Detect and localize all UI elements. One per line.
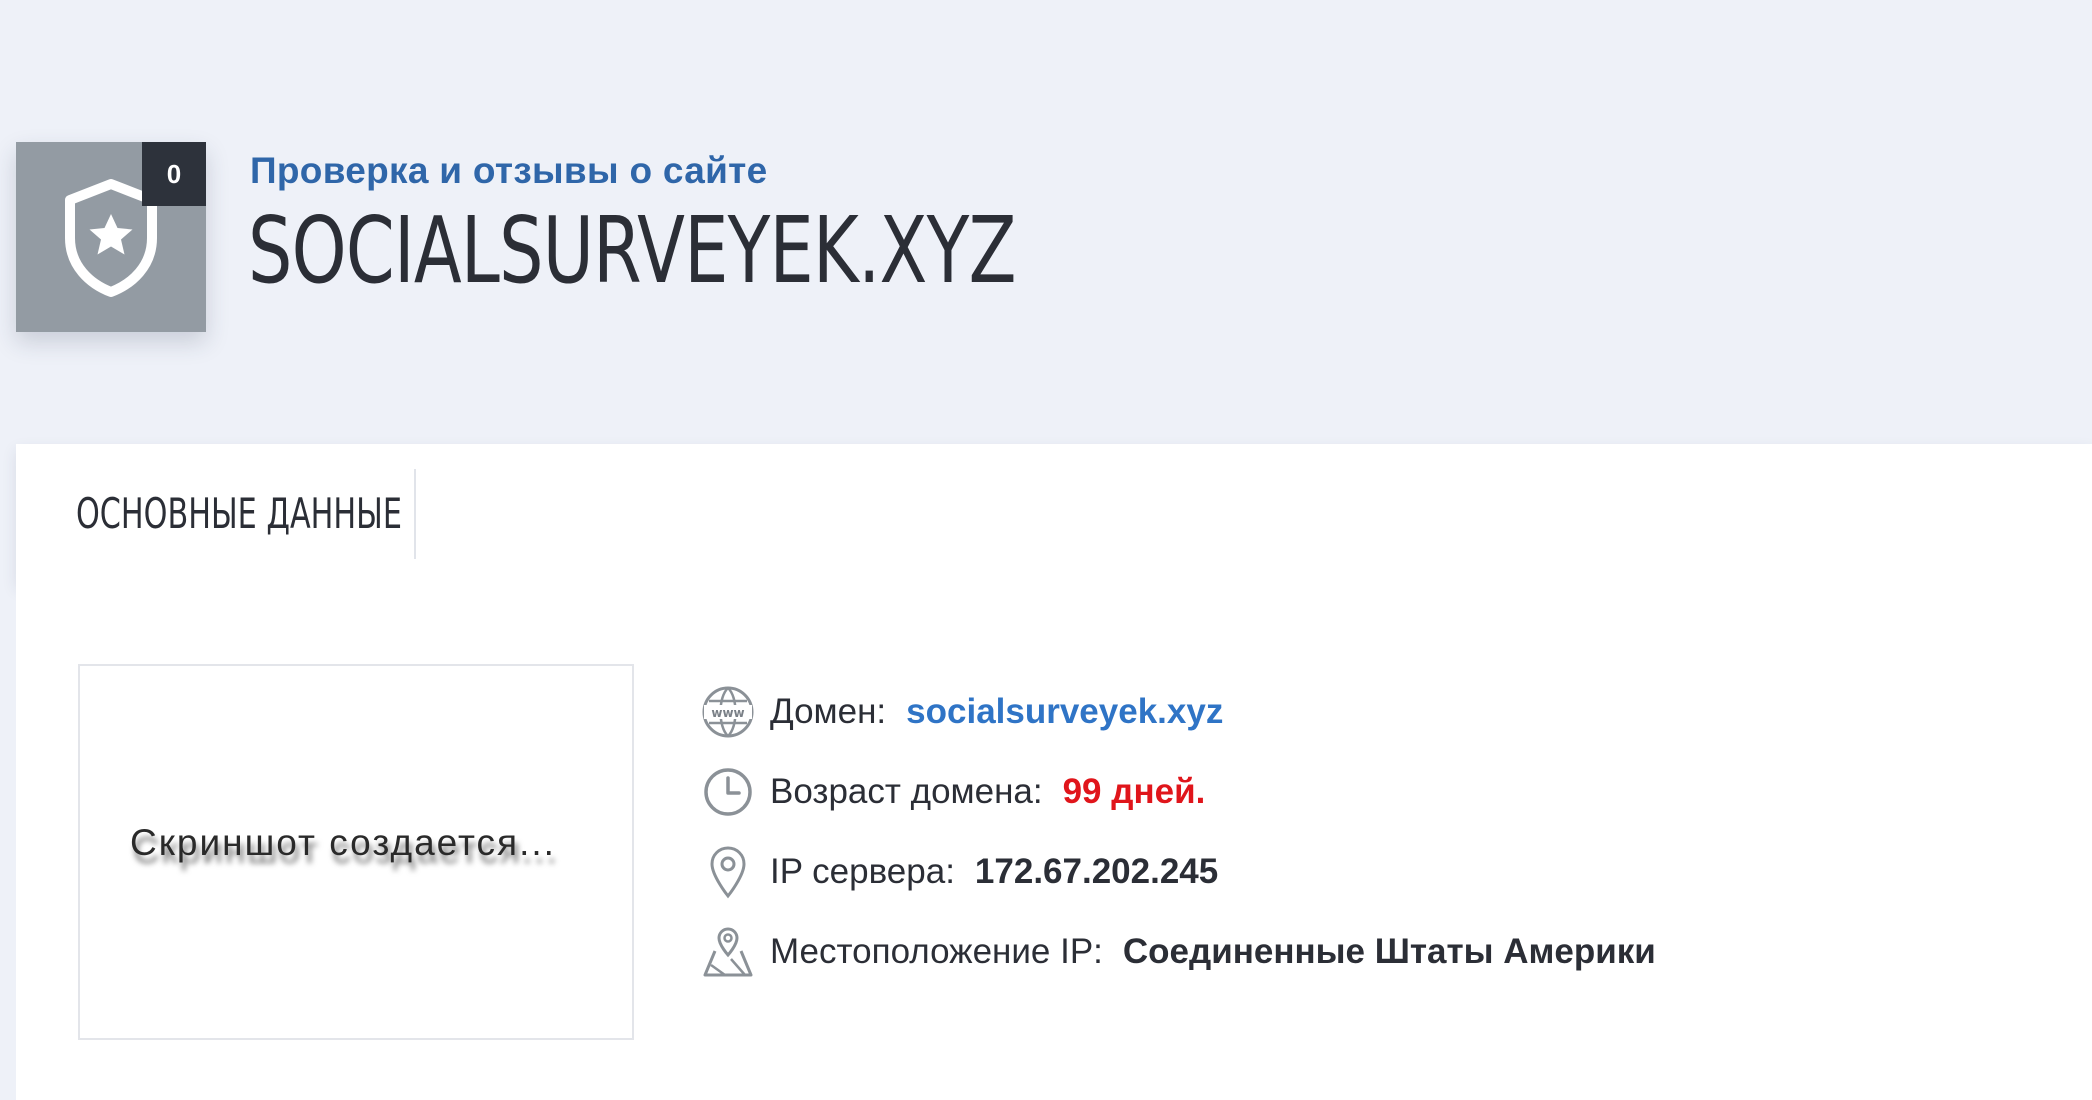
www-globe-icon: www [700,684,756,740]
clock-icon [700,764,756,820]
map-pin-icon [700,844,756,900]
server-ip-label: IP сервера: [770,852,955,891]
domain-age-label: Возраст домена: [770,772,1043,811]
domain-label: Домен: [770,692,887,731]
server-ip-value: 172.67.202.245 [974,852,1219,891]
tab-basic-data[interactable]: ОСНОВНЫЕ ДАННЫЕ [76,489,402,538]
info-row-ip-location: Местоположение IP: Соединенные Штаты Аме… [700,912,1656,992]
ip-location-value: Соединенные Штаты Америки [1122,932,1656,971]
page-title: SOCIALSURVEYEK.XYZ [248,197,1017,304]
info-row-server-ip: IP сервера: 172.67.202.245 [700,832,1656,912]
tabs-bar: ОСНОВНЫЕ ДАННЫЕ [16,444,2092,584]
map-location-icon [700,924,756,980]
site-screenshot-placeholder: Скриншот создается... [78,664,634,1040]
svg-text:www: www [711,706,744,720]
domain-link[interactable]: socialsurveyek.xyz [906,692,1223,732]
ip-location-label: Местоположение IP: [770,932,1103,971]
info-row-domain: www Домен: socialsurveyek.xyz [700,672,1656,752]
info-row-domain-age: Возраст домена: 99 дней. [700,752,1656,832]
tab-divider [414,469,416,559]
site-info-list: www Домен: socialsurveyek.xyz Возраст до… [700,672,1656,992]
page-subtitle: Проверка и отзывы о сайте [250,150,768,191]
screenshot-status-text: Скриншот создается... [130,822,556,863]
domain-age-value: 99 дней. [1062,772,1206,811]
review-count-badge: 0 [142,142,206,206]
site-info-card: Скриншот создается... www Домен: socials… [16,584,2092,1100]
